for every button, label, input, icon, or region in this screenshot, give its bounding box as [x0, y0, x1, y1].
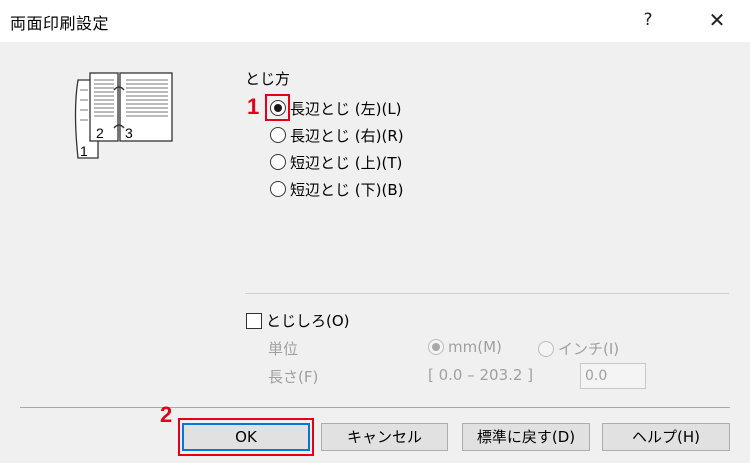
help-question-button[interactable]: ? — [636, 6, 660, 34]
radio-label: 長辺とじ (右)(R) — [290, 126, 404, 145]
binding-margin-label: とじしろ(O) — [266, 312, 350, 330]
radio-button[interactable] — [270, 154, 286, 170]
binding-margin-checkbox[interactable] — [246, 312, 262, 329]
binding-group-label: とじ方 — [245, 70, 291, 88]
radio-short-edge-top[interactable]: 短辺とじ (上)(T) — [270, 151, 402, 173]
unit-label: 単位 — [268, 340, 299, 358]
length-label: 長さ(F) — [268, 368, 319, 386]
radio-label: mm(M) — [448, 338, 502, 356]
radio-button[interactable] — [270, 127, 286, 143]
binding-preview-illustration: 1 2 3 — [74, 72, 173, 159]
radio-label: 短辺とじ (下)(B) — [290, 180, 404, 199]
radio-long-edge-left[interactable]: 長辺とじ (左)(L) — [270, 97, 402, 119]
length-range: [ 0.0 – 203.2 ] — [428, 366, 534, 384]
radio-label: インチ(I) — [558, 340, 620, 358]
step-1-marker: 1 — [247, 94, 260, 119]
section-divider — [245, 293, 729, 294]
radio-button[interactable] — [428, 339, 444, 355]
page-number-1: 1 — [80, 143, 88, 159]
window-title: 両面印刷設定 — [10, 14, 110, 33]
step-2-marker: 2 — [160, 402, 173, 427]
binding-margin-checkbox-row[interactable]: とじしろ(O) — [246, 310, 350, 331]
close-button[interactable]: ✕ — [700, 2, 734, 38]
radio-button[interactable] — [270, 181, 286, 197]
ok-button[interactable]: OK — [182, 423, 310, 451]
radio-long-edge-right[interactable]: 長辺とじ (右)(R) — [270, 124, 404, 146]
unit-radio-inch[interactable]: インチ(I) — [538, 338, 619, 359]
reset-defaults-button[interactable]: 標準に戻す(D) — [462, 423, 590, 451]
title-bar: 両面印刷設定 ? ✕ — [0, 0, 750, 42]
page-number-3: 3 — [125, 125, 133, 141]
radio-button[interactable] — [270, 100, 286, 116]
radio-button[interactable] — [538, 340, 554, 357]
help-button[interactable]: ヘルプ(H) — [602, 423, 730, 451]
radio-short-edge-bottom[interactable]: 短辺とじ (下)(B) — [270, 178, 403, 200]
radio-label: 短辺とじ (上)(T) — [290, 153, 403, 172]
cancel-button[interactable]: キャンセル — [321, 423, 448, 451]
page-number-2: 2 — [96, 125, 104, 141]
unit-radio-mm[interactable]: mm(M) — [428, 338, 502, 356]
radio-label: 長辺とじ (左)(L) — [290, 99, 402, 118]
length-input[interactable]: 0.0 — [580, 363, 646, 389]
footer-divider — [20, 407, 730, 408]
